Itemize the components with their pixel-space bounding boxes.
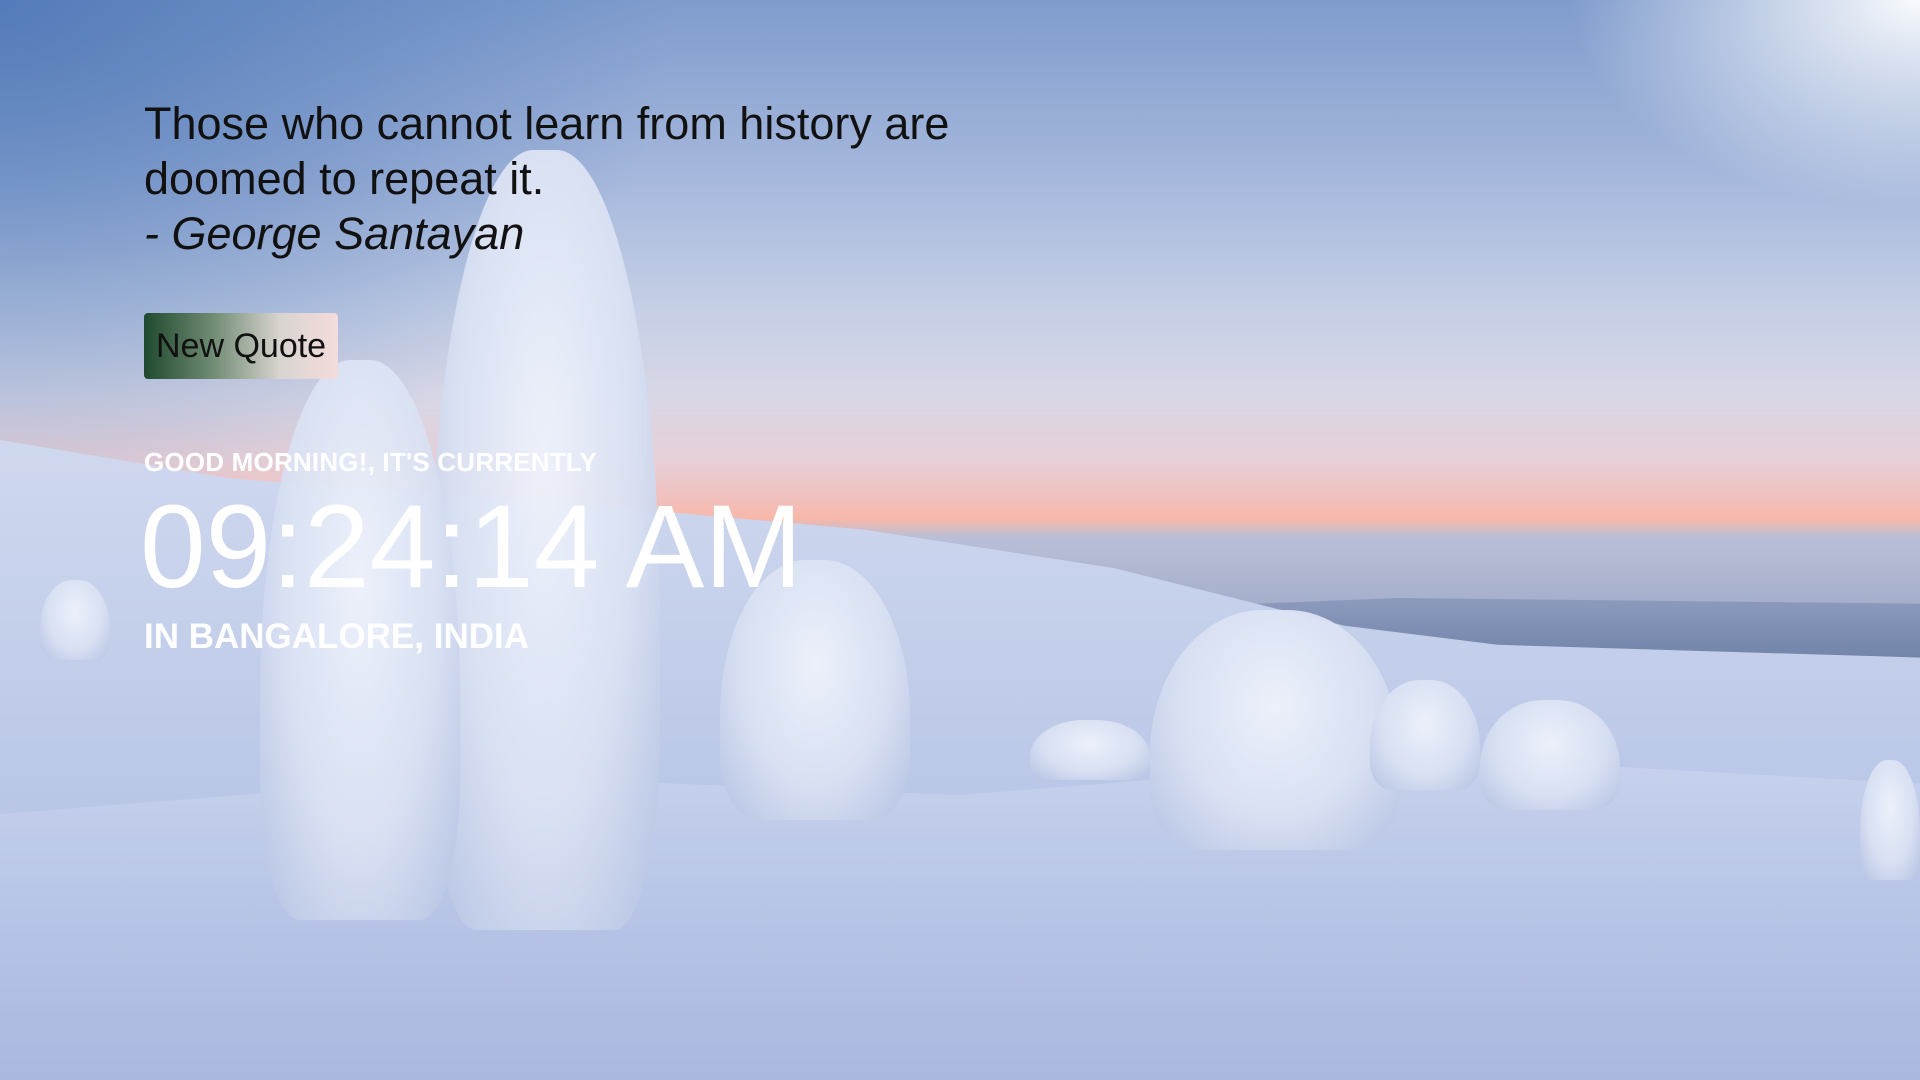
greeting-text: GOOD MORNING!, IT'S CURRENTLY: [144, 447, 598, 477]
tree: [1860, 760, 1920, 880]
clock-time: 09:24:14 AM: [140, 481, 803, 613]
tree: [40, 580, 110, 660]
quote-section: Those who cannot learn from history are …: [144, 96, 1044, 379]
new-quote-button[interactable]: New Quote: [144, 313, 339, 379]
quote-line: doomed to repeat it.: [144, 153, 545, 204]
tree: [1150, 610, 1400, 850]
tree: [1480, 700, 1620, 810]
tree: [1030, 720, 1150, 780]
quote-text: Those who cannot learn from history are …: [144, 96, 1044, 206]
quote-line: Those who cannot learn from history are: [144, 98, 950, 149]
location-text: IN BANGALORE, INDIA: [144, 617, 529, 656]
quote-author: - George Santayan: [144, 208, 525, 259]
tree: [1370, 680, 1480, 790]
